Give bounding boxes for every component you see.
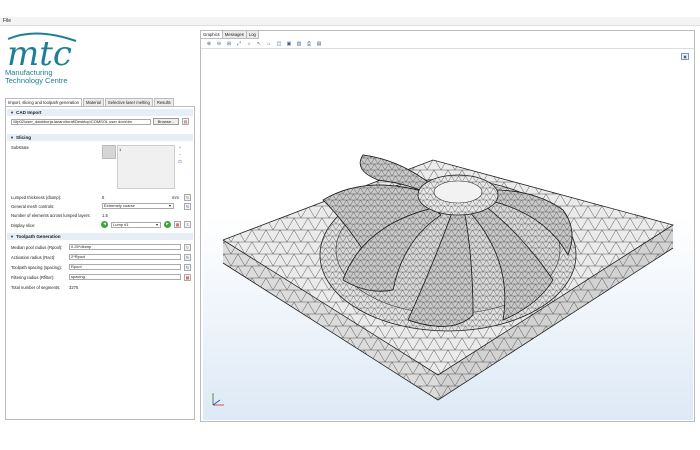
spacing-field[interactable]: Rpool [69, 264, 181, 270]
app-tab-bar: Import, slicing and toolpath generation … [5, 98, 195, 106]
build-mesh-icon[interactable]: ↻ [184, 203, 191, 210]
tab-content: ▼ CAD Import \\lfp02\user_data\borja.laz… [5, 106, 195, 420]
spacing-label: Toolpath spacing (spacing): [11, 265, 62, 270]
print-icon[interactable]: ⎙ [306, 41, 312, 47]
tab-material[interactable]: Material [83, 98, 104, 106]
filtering-field[interactable]: spacing [69, 274, 181, 280]
graphics-window: Graphics Messages Log ⊕ ⊖ ⊞ ⤢ ☼ ↖ ⌂ ◫ ▣ … [200, 30, 695, 422]
lumped-thickness-value[interactable]: 5 [102, 195, 104, 200]
activation-label: Activation radius (Ract): [11, 255, 56, 260]
refresh-icon[interactable]: ↻ [184, 264, 191, 271]
substrate-selection-list[interactable]: 1 [117, 145, 175, 189]
menu-bar: File [0, 17, 700, 26]
pdf-icon[interactable]: ▤ [182, 118, 189, 125]
collapse-triangle-icon: ▼ [10, 135, 14, 140]
add-selection-icon[interactable]: + [177, 145, 183, 151]
section-title: Slicing [16, 135, 32, 140]
refresh-icon[interactable]: ↻ [184, 194, 191, 201]
status-bar [0, 426, 700, 450]
tab-messages[interactable]: Messages [222, 31, 247, 39]
collapse-triangle-icon: ▼ [10, 234, 14, 239]
tab-selective-laser-melting[interactable]: Selective laser melting [104, 98, 153, 106]
mesh-controls-value: Extremely coarse [104, 203, 135, 208]
section-toolpath-generation[interactable]: ▼ Toolpath Generation [7, 233, 193, 240]
render-mode-icon[interactable]: ▥ [296, 41, 302, 47]
export-image-icon[interactable]: ▤ [316, 41, 322, 47]
display-slice-value: Lump #1 [113, 222, 129, 227]
next-slice-icon[interactable]: ▸ [164, 221, 171, 228]
collapse-triangle-icon: ▼ [10, 110, 14, 115]
section-title: CAD Import [16, 110, 42, 115]
total-segments-value: 3275 [69, 285, 79, 290]
impeller-mesh-model [212, 154, 674, 406]
clear-selection-icon[interactable]: ⊡ [177, 159, 183, 165]
substrate-preview-icon [102, 145, 116, 159]
display-slice-label: Display slice: [11, 223, 36, 228]
tab-results[interactable]: Results [153, 98, 174, 106]
filtering-label: Filtering radius (Rfilter): [11, 275, 55, 280]
section-title: Toolpath Generation [16, 234, 61, 239]
total-segments-label: Total number of segments: [11, 285, 61, 290]
wireframe-icon[interactable]: ▣ [286, 41, 292, 47]
menu-file[interactable]: File [3, 18, 11, 24]
chevron-down-icon: ▾ [168, 203, 171, 208]
display-slice-select[interactable]: Lump #1 ▾ [111, 222, 161, 228]
substrate-label: Substrate [11, 145, 29, 150]
substrate-index: 1 [119, 147, 122, 152]
remove-selection-icon[interactable]: − [177, 152, 183, 158]
lumped-thickness-label: Lumped thickness (dlump): [11, 195, 62, 200]
tab-log[interactable]: Log [246, 31, 259, 39]
graphics-tab-bar: Graphics Messages Log [201, 31, 259, 39]
zoom-out-icon[interactable]: ⊖ [216, 41, 222, 47]
export-slice-icon[interactable]: ⇩ [184, 221, 191, 228]
tab-import-slicing[interactable]: Import, slicing and toolpath generation [5, 98, 82, 106]
median-pool-field[interactable]: 0.25*dlump [69, 244, 181, 250]
select-icon[interactable]: ↖ [256, 41, 262, 47]
mesh-controls-label: General mesh controls: [11, 204, 55, 209]
section-cad-import[interactable]: ▼ CAD Import [7, 109, 193, 116]
plot-toolpath-icon[interactable]: ▦ [184, 274, 191, 281]
num-elements-label: Number of elements across lumped layers: [11, 213, 91, 218]
tab-graphics[interactable]: Graphics [201, 31, 223, 39]
zoom-in-icon[interactable]: ⊕ [206, 41, 212, 47]
transparency-icon[interactable]: ◫ [276, 41, 282, 47]
browse-button[interactable]: Browse... [153, 118, 179, 125]
chevron-down-icon: ▾ [155, 222, 158, 227]
impeller-hub [417, 174, 499, 216]
refresh-icon[interactable]: ↻ [184, 244, 191, 251]
section-slicing[interactable]: ▼ Slicing [7, 134, 193, 141]
mesh-controls-select[interactable]: Extremely coarse ▾ [102, 203, 174, 209]
num-elements-value[interactable]: 1.5 [102, 213, 108, 218]
refresh-icon[interactable]: ↻ [184, 254, 191, 261]
zoom-extents-icon[interactable]: ⤢ [236, 41, 242, 47]
previous-slice-icon[interactable]: ◂ [101, 221, 108, 228]
lumped-thickness-unit: mm [172, 195, 179, 200]
median-pool-label: Median pool radius (Rpool): [11, 245, 63, 250]
plot-slice-icon[interactable]: ▦ [174, 221, 181, 228]
zoom-box-icon[interactable]: ⊞ [226, 41, 232, 47]
settings-panel: mtc Manufacturing Technology Centre Impo… [2, 27, 196, 422]
screenshot-icon[interactable]: ▣ [681, 53, 689, 60]
graphics-viewport[interactable]: ▣ [203, 50, 693, 420]
axis-triad-icon [212, 393, 224, 406]
activation-field[interactable]: 2*Rpool [69, 254, 181, 260]
logo-line-2: Technology Centre [5, 76, 68, 85]
scene-light-icon[interactable]: ☼ [246, 41, 252, 47]
go-to-default-view-icon[interactable]: ⌂ [266, 41, 272, 47]
logo-text: Manufacturing Technology Centre [5, 69, 68, 85]
graphics-toolbar: ⊕ ⊖ ⊞ ⤢ ☼ ↖ ⌂ ◫ ▣ ▥ ⎙ ▤ [201, 40, 694, 49]
cad-file-path-field[interactable]: \\lfp02\user_data\borja.lazaro\toraf\Des… [11, 119, 151, 125]
